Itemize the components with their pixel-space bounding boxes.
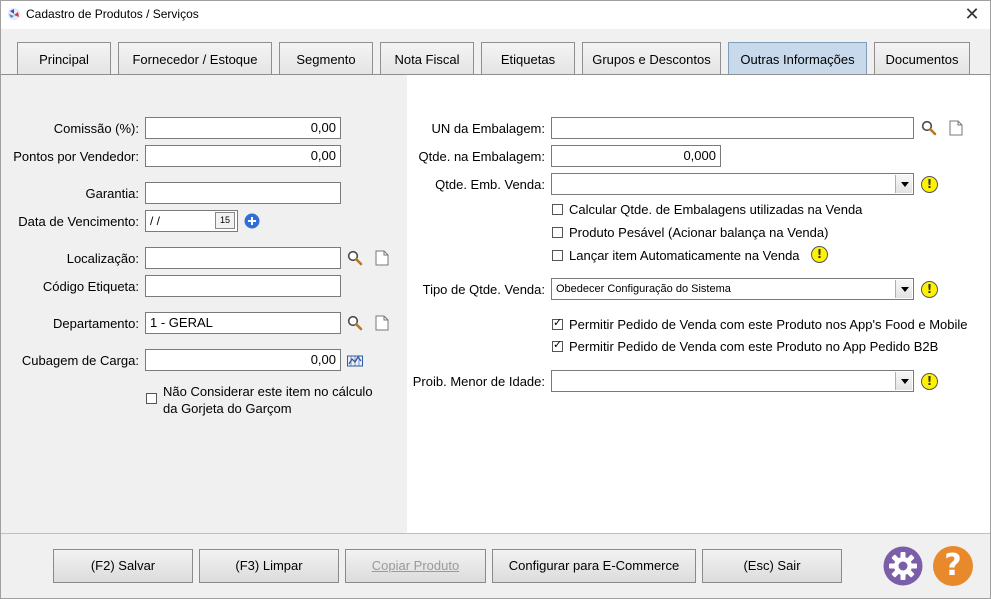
tab-outras-informacoes[interactable]: Outras Informações (728, 42, 867, 75)
departamento-document-icon[interactable] (375, 315, 389, 331)
left-panel (2, 75, 407, 533)
exit-button[interactable]: (Esc) Sair (702, 549, 842, 583)
calendar-icon[interactable]: 15 (215, 212, 235, 229)
codigo-etiqueta-input[interactable] (145, 275, 341, 297)
copy-product-button[interactable]: Copiar Produto (345, 549, 486, 583)
tab-etiquetas[interactable]: Etiquetas (481, 42, 575, 75)
qtde-emb-venda-select[interactable] (551, 173, 914, 195)
warning-icon[interactable]: ! (921, 373, 938, 390)
title-bar: Cadastro de Produtos / Serviços ✕ (1, 1, 990, 29)
tab-nota-fiscal[interactable]: Nota Fiscal (380, 42, 474, 75)
app-logo-icon (8, 8, 20, 20)
copy-product-label: Copiar Produto (371, 558, 460, 573)
cubagem-label: Cubagem de Carga: (21, 353, 139, 368)
proib-menor-select[interactable] (551, 370, 914, 392)
pontos-vendedor-input[interactable]: 0,00 (145, 145, 341, 167)
un-embalagem-label: UN da Embalagem: (431, 121, 545, 136)
tipo-qtde-venda-label: Tipo de Qtde. Venda: (422, 282, 545, 297)
qtde-embalagem-input[interactable]: 0,000 (551, 145, 721, 167)
permitir-food-checkbox[interactable] (552, 316, 563, 330)
window-title: Cadastro de Produtos / Serviços (26, 7, 199, 21)
close-button[interactable]: ✕ (962, 4, 982, 24)
configure-ecommerce-button[interactable]: Configurar para E-Commerce (492, 549, 696, 583)
codigo-etiqueta-label: Código Etiqueta: (42, 279, 139, 294)
gorjeta-checkbox[interactable] (146, 393, 157, 404)
localizacao-label: Localização: (66, 251, 139, 266)
tab-fornecedor-estoque[interactable]: Fornecedor / Estoque (118, 42, 272, 75)
un-embalagem-search-icon[interactable] (921, 120, 937, 136)
add-date-icon[interactable] (244, 213, 260, 229)
gorjeta-label-line2: da Gorjeta do Garçom (163, 401, 292, 416)
un-embalagem-document-icon[interactable] (949, 120, 963, 136)
localizacao-search-icon[interactable] (347, 250, 363, 266)
calculator-icon[interactable] (347, 353, 363, 367)
warning-icon[interactable]: ! (921, 281, 938, 298)
localizacao-input[interactable] (145, 247, 341, 269)
warning-icon[interactable]: ! (921, 176, 938, 193)
localizacao-document-icon[interactable] (375, 250, 389, 266)
un-embalagem-input[interactable] (551, 117, 914, 139)
clear-button[interactable]: (F3) Limpar (199, 549, 339, 583)
tab-grupos-descontos[interactable]: Grupos e Descontos (582, 42, 721, 75)
departamento-search-icon[interactable] (347, 315, 363, 331)
cubagem-input[interactable]: 0,00 (145, 349, 341, 371)
data-vencimento-label: Data de Vencimento: (18, 214, 139, 229)
chevron-down-icon[interactable] (895, 372, 912, 390)
proib-menor-label: Proib. Menor de Idade: (412, 374, 545, 389)
departamento-label: Departamento: (53, 316, 139, 331)
lancar-item-checkbox[interactable] (552, 250, 563, 261)
tipo-qtde-venda-value: Obedecer Configuração do Sistema (556, 283, 731, 295)
garantia-input[interactable] (145, 182, 341, 204)
save-button[interactable]: (F2) Salvar (53, 549, 193, 583)
qtde-embalagem-label: Qtde. na Embalagem: (418, 149, 545, 164)
settings-gear-icon[interactable] (883, 546, 923, 586)
permitir-b2b-label: Permitir Pedido de Venda com este Produt… (569, 339, 939, 354)
comissao-input[interactable]: 0,00 (145, 117, 341, 139)
warning-icon[interactable]: ! (811, 246, 828, 263)
chevron-down-icon[interactable] (895, 280, 912, 298)
chevron-down-icon[interactable] (895, 175, 912, 193)
gorjeta-label-line1: Não Considerar este item no cálculo (163, 384, 373, 399)
tipo-qtde-venda-select[interactable]: Obedecer Configuração do Sistema (551, 278, 914, 300)
tab-principal[interactable]: Principal (17, 42, 111, 75)
tab-segmento[interactable]: Segmento (279, 42, 373, 75)
pontos-vendedor-label: Pontos por Vendedor: (13, 149, 139, 164)
date-value: / / (150, 214, 161, 228)
right-panel (407, 75, 990, 533)
permitir-food-label: Permitir Pedido de Venda com este Produt… (569, 317, 968, 332)
footer-divider (1, 533, 990, 534)
produto-pesavel-label: Produto Pesável (Acionar balança na Vend… (569, 225, 829, 240)
help-icon[interactable]: ? (933, 546, 973, 586)
product-registration-window: Cadastro de Produtos / Serviços ✕ Princi… (0, 0, 991, 599)
lancar-item-label: Lançar item Automaticamente na Venda (569, 248, 800, 263)
qtde-emb-venda-label: Qtde. Emb. Venda: (435, 177, 545, 192)
calcular-embalagens-label: Calcular Qtde. de Embalagens utilizadas … (569, 202, 863, 217)
permitir-b2b-checkbox[interactable] (552, 338, 563, 352)
garantia-label: Garantia: (85, 186, 139, 201)
tab-documentos[interactable]: Documentos (874, 42, 970, 75)
calcular-embalagens-checkbox[interactable] (552, 204, 563, 215)
data-vencimento-input[interactable]: / / 15 (145, 210, 238, 232)
departamento-input[interactable]: 1 - GERAL (145, 312, 341, 334)
comissao-label: Comissão (%): (53, 121, 139, 136)
produto-pesavel-checkbox[interactable] (552, 227, 563, 238)
